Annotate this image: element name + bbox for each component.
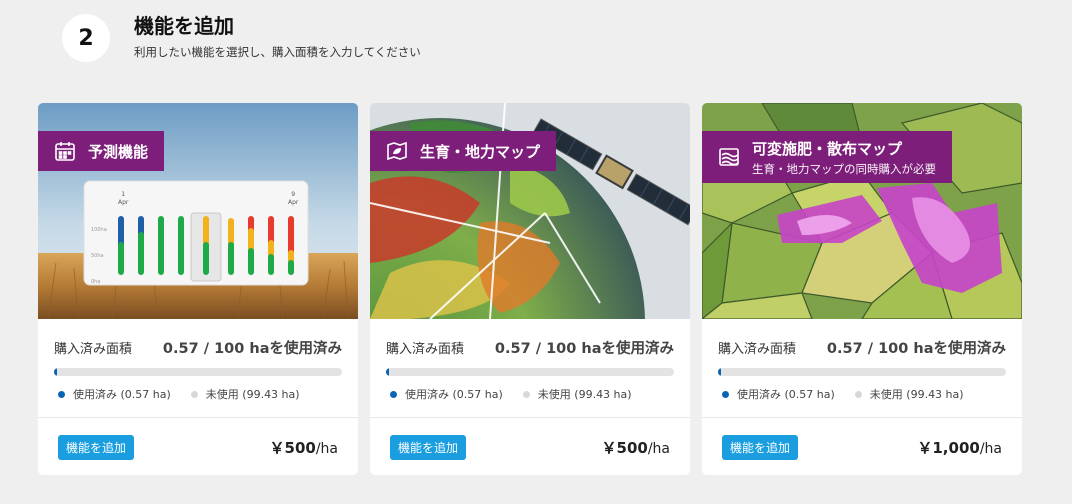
forecast-title: 予測機能 [88,142,149,161]
used-dot-icon [58,390,65,398]
step-header: 2 機能を追加 利用したい機能を選択し、購入面積を入力してください [62,14,421,62]
used-dot-icon [722,390,729,398]
usage-section: 購入済み面積 0.57 / 100 haを使用済み 使用済み (0.57 ha)… [386,337,674,402]
step-title: 機能を追加 [134,14,234,38]
usage-bar [54,368,342,376]
variable-rate-map-note: 生育・地力マップの同時購入が必要 [752,161,936,176]
feature-card-forecast[interactable]: 1 Apr 9 Apr 100ha 50ha 0ha 予測機能 購入済み面積 0… [38,103,358,475]
usage-legend: 使用済み (0.57 ha) 未使用 (99.43 ha) [386,386,674,402]
legend-used: 使用済み (0.57 ha) [737,388,835,401]
usage-bar-fill [54,368,57,376]
forecast-tag: 予測機能 [38,131,165,171]
legend-unused: 未使用 (99.43 ha) [205,388,300,401]
calendar-icon [54,140,76,162]
unused-dot-icon [522,390,530,398]
growth-map-tag: 生育・地力マップ [370,131,557,171]
unused-dot-icon [854,390,862,398]
usage-label: 購入済み面積 [718,342,797,357]
feature-cards: 1 Apr 9 Apr 100ha 50ha 0ha 予測機能 購入済み面積 0… [38,103,1034,475]
legend-unused: 未使用 (99.43 ha) [869,388,964,401]
usage-bar-fill [386,368,389,376]
variable-rate-map-image: 可変施肥・散布マップ 生育・地力マップの同時購入が必要 [702,103,1022,319]
usage-bar [718,368,1006,376]
step-subtitle: 利用したい機能を選択し、購入面積を入力してください [134,45,421,59]
divider [370,417,690,418]
usage-label: 購入済み面積 [386,342,465,357]
leaf-map-icon [386,140,408,162]
usage-value: 0.57 / 100 haを使用済み [494,341,674,357]
step-number: 2 [62,14,110,62]
wave-map-icon [718,146,740,168]
usage-legend: 使用済み (0.57 ha) 未使用 (99.43 ha) [54,386,342,402]
usage-bar [386,368,674,376]
legend-used: 使用済み (0.57 ha) [405,388,503,401]
divider [38,417,358,418]
usage-legend: 使用済み (0.57 ha) 未使用 (99.43 ha) [718,386,1006,402]
usage-bar-fill [718,368,721,376]
usage-value: 0.57 / 100 haを使用済み [826,341,1006,357]
unused-dot-icon [190,390,198,398]
usage-value: 0.57 / 100 haを使用済み [162,341,342,357]
price: ￥1,000/ha [917,439,1002,457]
legend-used: 使用済み (0.57 ha) [73,388,171,401]
variable-rate-map-tag: 可変施肥・散布マップ 生育・地力マップの同時購入が必要 [702,131,952,183]
add-feature-button[interactable]: 機能を追加 [390,435,467,460]
feature-card-variable-rate-map[interactable]: 可変施肥・散布マップ 生育・地力マップの同時購入が必要 購入済み面積 0.57 … [702,103,1022,475]
forecast-image: 1 Apr 9 Apr 100ha 50ha 0ha 予測機能 [38,103,358,319]
usage-label: 購入済み面積 [54,342,133,357]
variable-rate-map-title: 可変施肥・散布マップ [752,139,903,158]
growth-map-title: 生育・地力マップ [420,142,541,161]
price: ￥500/ha [601,439,670,457]
price: ￥500/ha [269,439,338,457]
feature-card-growth-map[interactable]: 生育・地力マップ 購入済み面積 0.57 / 100 haを使用済み 使用済み … [370,103,690,475]
add-feature-button[interactable]: 機能を追加 [722,435,799,460]
add-feature-button[interactable]: 機能を追加 [58,435,135,460]
usage-section: 購入済み面積 0.57 / 100 haを使用済み 使用済み (0.57 ha)… [718,337,1006,402]
usage-section: 購入済み面積 0.57 / 100 haを使用済み 使用済み (0.57 ha)… [54,337,342,402]
divider [702,417,1022,418]
used-dot-icon [390,390,397,398]
legend-unused: 未使用 (99.43 ha) [537,388,632,401]
growth-map-image: 生育・地力マップ [370,103,690,319]
